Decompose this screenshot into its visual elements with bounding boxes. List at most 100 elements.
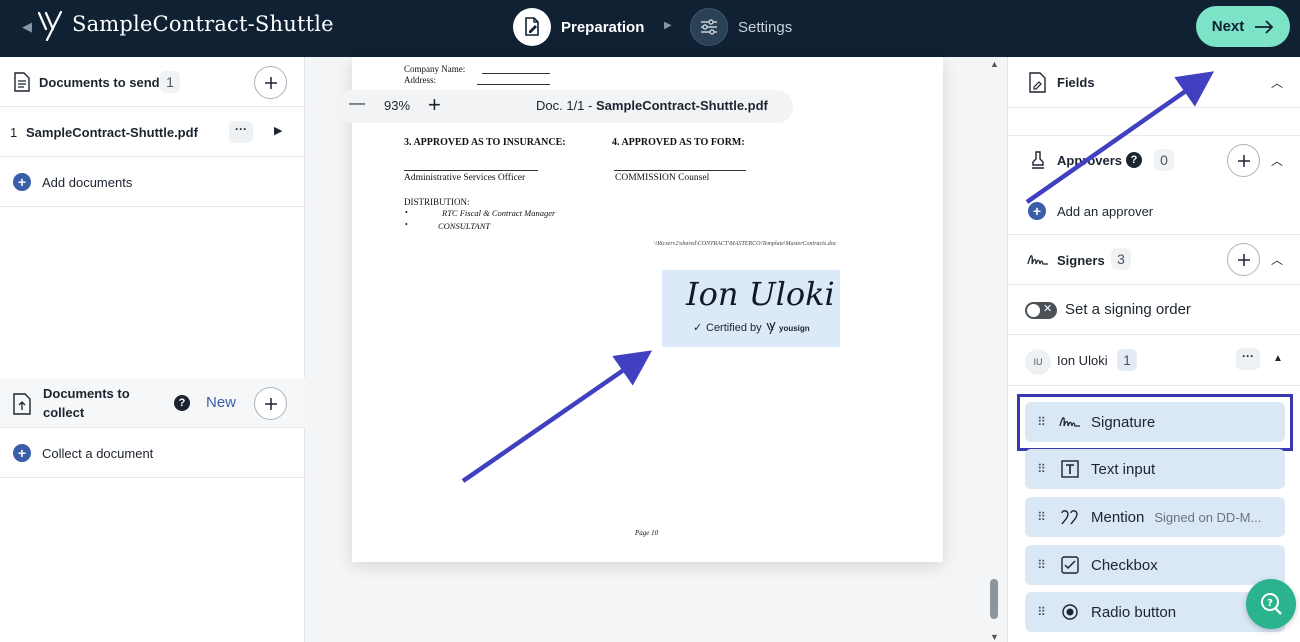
scroll-down-icon[interactable]: ▼ (990, 632, 999, 642)
scroll-up-icon[interactable]: ▲ (990, 59, 999, 69)
add-documents-label: Add documents (42, 175, 133, 190)
step-settings[interactable]: Settings (690, 7, 792, 47)
address-line (477, 84, 550, 85)
documents-to-collect-title-line1: Documents to (43, 386, 130, 401)
approved-insurance-heading: 3. APPROVED AS TO INSURANCE: (404, 137, 566, 148)
text-input-icon (1057, 458, 1083, 480)
add-collect-button[interactable] (254, 387, 287, 420)
chevron-up-icon[interactable]: ︿ (1271, 152, 1283, 169)
zoom-level: 93% (384, 98, 411, 113)
divider (1008, 385, 1300, 386)
add-approver-link[interactable]: Add an approver (1057, 204, 1153, 219)
zoom-toolbar: — 93% + Doc. 1/1 - SampleContract-Shuttl… (336, 90, 793, 123)
help-icon[interactable]: ? (1126, 152, 1142, 168)
field-text-input[interactable]: ⠿ Text input (1025, 449, 1285, 489)
collect-document-label: Collect a document (42, 446, 154, 461)
field-label: Radio button (1091, 603, 1177, 621)
field-label: Checkbox (1091, 556, 1158, 574)
certified-brand: yousign (779, 324, 810, 333)
field-label: Mention (1091, 508, 1145, 526)
document-icon (14, 72, 30, 92)
help-icon[interactable]: ? (174, 395, 190, 411)
drag-handle-icon[interactable]: ⠿ (1025, 605, 1057, 619)
add-documents-row[interactable]: + Add documents (0, 157, 305, 207)
expand-caret-icon[interactable]: ▶ (274, 124, 282, 137)
add-signer-button[interactable] (1227, 243, 1260, 276)
bullet-icon: • (405, 220, 408, 229)
toggle-off-icon: ✕ (1043, 303, 1053, 315)
signature-field-placed[interactable]: Ion Uloki ✓ Certified by yousign (662, 270, 840, 347)
add-circle-icon[interactable]: + (1028, 202, 1046, 220)
more-options-icon[interactable]: ··· (229, 121, 253, 143)
company-name-line (482, 73, 550, 74)
top-bar: ◀ SampleContract-Shuttle Preparation ▶ S… (0, 0, 1300, 57)
quote-icon (1057, 506, 1083, 528)
document-name: SampleContract-Shuttle.pdf (26, 125, 198, 140)
signature-icon (1057, 411, 1083, 433)
zoom-out-button[interactable]: — (349, 95, 365, 113)
step-preparation[interactable]: Preparation (513, 7, 644, 47)
add-approver-button[interactable] (1227, 144, 1260, 177)
collapse-caret-icon[interactable]: ▲ (1273, 353, 1283, 364)
step-separator-icon: ▶ (664, 20, 672, 31)
chevron-up-icon[interactable]: ︿ (1271, 74, 1283, 91)
next-button[interactable]: Next (1196, 6, 1290, 47)
signer-avatar: IU (1025, 349, 1051, 375)
help-search-icon: ? (1261, 593, 1282, 615)
back-caret-icon[interactable]: ◀ (22, 19, 32, 35)
plus-icon (264, 397, 277, 410)
chevron-up-icon[interactable]: ︿ (1271, 251, 1283, 268)
signers-count: 3 (1111, 248, 1131, 270)
fields-header[interactable]: Fields ︿ (1008, 57, 1300, 108)
add-document-button[interactable] (254, 66, 287, 99)
support-chat-button[interactable]: ? (1246, 579, 1296, 629)
divider (1008, 334, 1300, 335)
approvers-section: Approvers ? 0 ︿ + Add an approver (1008, 135, 1300, 235)
signer-field-count: 1 (1117, 349, 1137, 371)
drag-handle-icon[interactable]: ⠿ (1025, 510, 1057, 524)
form-signature-line (614, 170, 746, 171)
drag-handle-icon[interactable]: ⠿ (1025, 415, 1057, 429)
approved-form-heading: 4. APPROVED AS TO FORM: (612, 137, 745, 148)
documents-to-send-count: 1 (160, 71, 180, 93)
certified-by-label: Certified by (706, 322, 762, 334)
document-title: SampleContract-Shuttle (72, 12, 334, 36)
new-badge: New (206, 394, 237, 411)
document-list-item[interactable]: 1 SampleContract-Shuttle.pdf ··· ▶ (0, 107, 305, 157)
drag-handle-icon[interactable]: ⠿ (1025, 462, 1057, 476)
next-button-label: Next (1211, 18, 1245, 35)
document-edit-icon (513, 8, 551, 46)
signer-more-options-icon[interactable]: ··· (1236, 348, 1260, 370)
zoom-in-button[interactable]: + (428, 92, 441, 118)
fields-document-icon (1029, 72, 1046, 93)
insurance-signature-line (404, 170, 538, 171)
document-index: 1 (10, 125, 18, 140)
add-circle-icon: + (13, 173, 31, 191)
scrollbar-thumb[interactable] (990, 579, 998, 619)
toggle-knob (1027, 304, 1040, 317)
svg-text:?: ? (1267, 598, 1273, 609)
documents-to-collect-title-line2: collect (43, 405, 85, 420)
plus-icon (264, 76, 277, 89)
upload-document-icon (13, 393, 31, 415)
field-signature[interactable]: ⠿ Signature (1025, 402, 1285, 442)
plus-icon (1237, 154, 1250, 167)
field-checkbox[interactable]: ⠿ Checkbox (1025, 545, 1285, 585)
pdf-page: Company Name: Address: 3. APPROVED AS TO… (352, 57, 943, 562)
field-mention[interactable]: ⠿ Mention Signed on DD-M... (1025, 497, 1285, 537)
add-circle-icon: + (13, 444, 31, 462)
document-viewer: Company Name: Address: 3. APPROVED AS TO… (306, 57, 1006, 642)
yousign-logo (37, 11, 63, 41)
address-label: Address: (404, 75, 436, 85)
step-preparation-label: Preparation (561, 18, 645, 36)
distribution-label: DISTRIBUTION: (404, 197, 470, 207)
signing-order-toggle[interactable]: ✕ (1025, 302, 1057, 319)
bullet-icon: • (405, 208, 408, 217)
field-hint: Signed on DD-M... (1154, 509, 1262, 525)
commission-counsel-label: COMMISSION Counsel (615, 173, 710, 183)
signers-header: Signers 3 ︿ (1008, 235, 1300, 285)
collect-document-row[interactable]: + Collect a document (0, 428, 305, 478)
drag-handle-icon[interactable]: ⠿ (1025, 558, 1057, 572)
signature-preview: Ion Uloki (686, 275, 835, 313)
documents-to-send-header: Documents to send 1 (0, 57, 305, 107)
